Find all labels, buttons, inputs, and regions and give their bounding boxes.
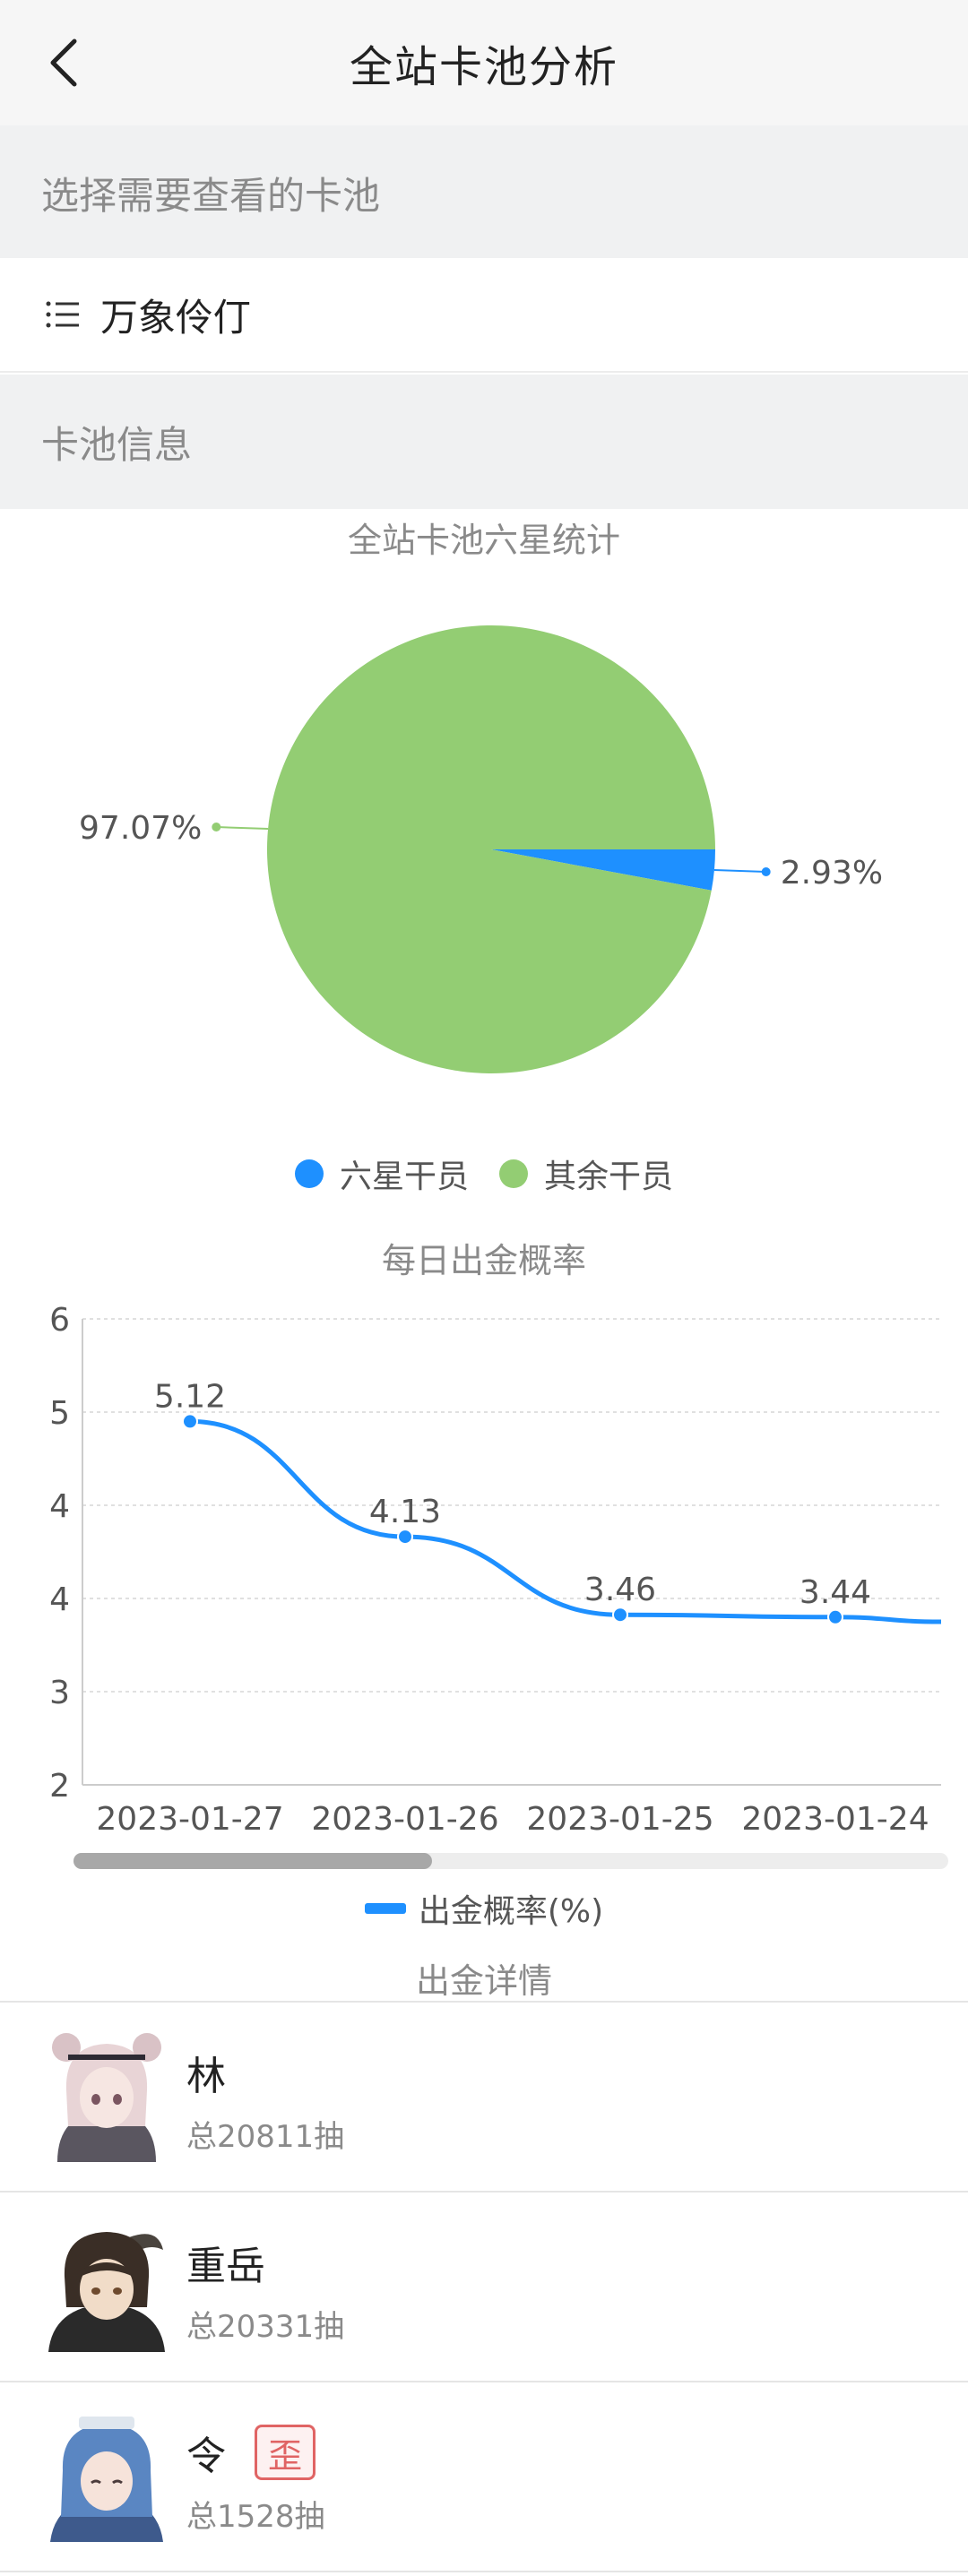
legend-label-others: 其余干员 — [544, 1159, 674, 1195]
data-point-1[interactable] — [397, 1529, 413, 1546]
pie-data-label-1: 97.07% — [79, 810, 202, 847]
pie-chart-title: 全站卡池六星统计 — [347, 521, 620, 560]
line-legend[interactable]: 出金概率(%) — [0, 1882, 968, 1935]
section-header-select-pool: 选择需要查看的卡池 — [0, 125, 968, 260]
legend-item-others[interactable]: 其余干员 — [499, 1150, 673, 1197]
x-tick-label-0: 2023-01-27 — [96, 1801, 283, 1838]
pie-data-label-0: 2.93% — [781, 855, 883, 892]
off-banner-badge: 歪 — [255, 2425, 315, 2480]
legend-dot-green — [499, 1159, 528, 1188]
pie-label-line-0 — [713, 868, 766, 874]
pie-slice-1[interactable] — [267, 625, 715, 1073]
data-point-3[interactable] — [827, 1608, 843, 1625]
data-point-2[interactable] — [612, 1607, 628, 1624]
pie-chart: 2.93% 97.07% — [79, 625, 883, 1073]
list-item[interactable]: 重岳 总20331抽 — [0, 2193, 968, 2382]
avatar — [39, 2408, 174, 2542]
x-tick-label-1: 2023-01-26 — [311, 1801, 498, 1838]
data-point-0[interactable] — [182, 1413, 198, 1430]
operator-name: 令 — [186, 2434, 226, 2479]
y-tick-label-0: 2 — [49, 1768, 70, 1805]
list-icon — [46, 301, 79, 328]
data-label-3: 3.44 — [799, 1574, 871, 1611]
line-chart-title: 每日出金概率 — [381, 1241, 586, 1280]
back-button[interactable] — [36, 36, 90, 90]
chevron-left-icon — [50, 39, 77, 87]
pull-count: 总20331抽 — [186, 2309, 345, 2345]
line-chart: 2 3 4 4 5 6 5.12 2023-01-27 4.13 2023-01-26 3.46 20… — [49, 1302, 942, 1838]
operator-name: 林 — [186, 2054, 226, 2099]
detail-title: 出金详情 — [415, 1961, 552, 2001]
pool-selector[interactable]: 万象伶仃 — [0, 258, 968, 373]
selected-pool-name: 万象伶仃 — [100, 295, 252, 340]
legend-label-rate: 出金概率(%) — [418, 1893, 604, 1930]
legend-line-swatch — [364, 1903, 406, 1914]
y-tick-label-1: 3 — [49, 1675, 70, 1711]
y-tick-label-2: 4 — [49, 1581, 70, 1618]
pull-count: 总1528抽 — [186, 2499, 325, 2535]
x-tick-label-2: 2023-01-25 — [526, 1801, 713, 1838]
data-label-0: 5.12 — [154, 1378, 226, 1415]
legend-item-six-star[interactable]: 六星干员 — [294, 1150, 469, 1197]
data-label-2: 3.46 — [584, 1572, 656, 1608]
pie-legend: 六星干员 其余干员 — [0, 1147, 968, 1201]
avatar — [39, 2028, 174, 2162]
section-header-pool-info: 卡池信息 — [0, 375, 968, 509]
scrollbar-thumb[interactable] — [73, 1853, 432, 1869]
operator-name: 重岳 — [186, 2244, 265, 2289]
y-tick-label-5: 6 — [49, 1302, 70, 1339]
nav-bar: 全站卡池分析 — [0, 0, 968, 125]
y-tick-label-3: 4 — [49, 1488, 70, 1525]
legend-label-six-star: 六星干员 — [339, 1159, 469, 1195]
legend-dot-blue — [294, 1159, 324, 1188]
pie-label-line-1 — [216, 825, 269, 831]
avatar — [39, 2218, 174, 2352]
chart-horizontal-scrollbar[interactable] — [73, 1853, 948, 1869]
pie-label-dot-1 — [212, 822, 221, 831]
data-label-1: 4.13 — [369, 1494, 441, 1530]
list-item[interactable]: 令 歪 总1528抽 — [0, 2382, 968, 2572]
pie-label-dot-0 — [761, 867, 771, 877]
page-title: 全站卡池分析 — [349, 42, 618, 92]
y-tick-label-4: 5 — [49, 1395, 70, 1432]
pull-count: 总20811抽 — [186, 2119, 345, 2155]
x-tick-label-3: 2023-01-24 — [741, 1801, 929, 1838]
list-item[interactable]: 林 总20811抽 — [0, 2003, 968, 2193]
